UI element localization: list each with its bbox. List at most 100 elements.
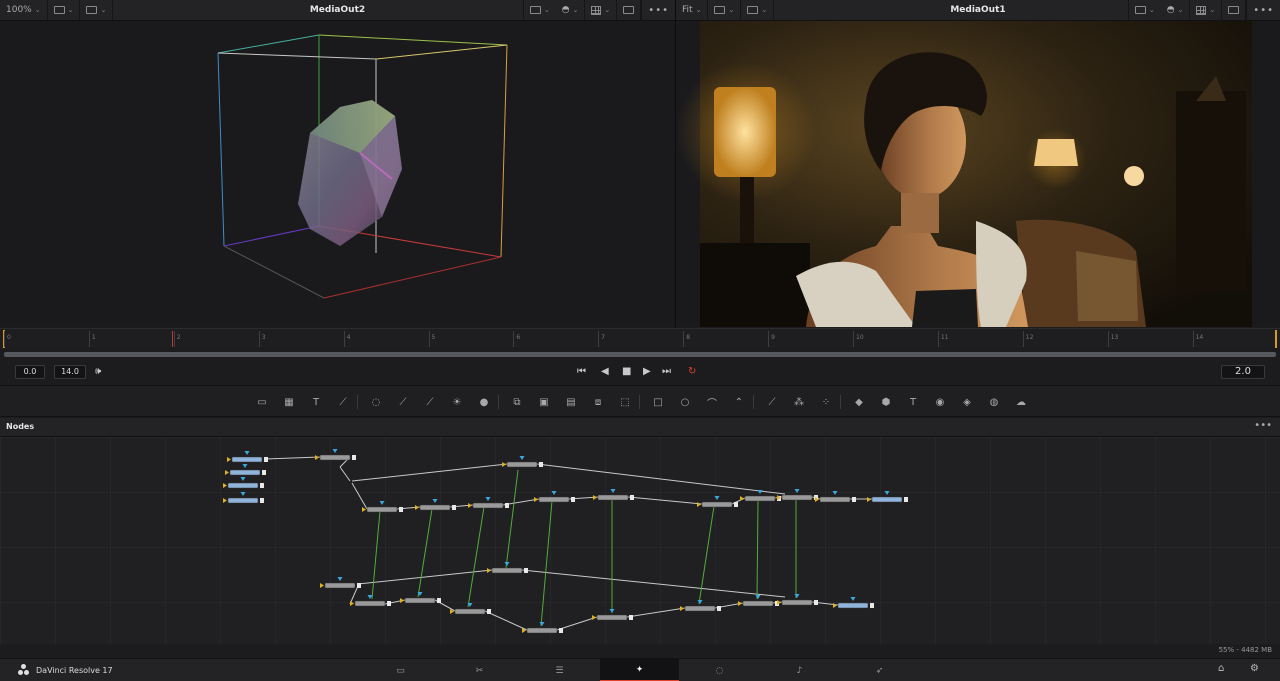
audio-icon[interactable]: 🕪 [95, 365, 101, 379]
page-media[interactable]: ▭ [361, 659, 440, 681]
node-output-port[interactable] [264, 457, 268, 462]
node-mask-port[interactable] [485, 497, 491, 501]
light3d-tool-icon[interactable]: ☁ [1014, 395, 1028, 409]
viewer-left[interactable] [0, 21, 675, 327]
tool-node[interactable] [506, 461, 538, 468]
node-input-port[interactable] [362, 507, 366, 512]
node-input-port[interactable] [740, 496, 744, 501]
node-output-port[interactable] [352, 455, 356, 460]
node-input-port[interactable] [487, 568, 491, 573]
node-output-port[interactable] [437, 598, 441, 603]
go-to-end-button[interactable]: ⏭ [662, 365, 671, 379]
ellipse-mask-icon[interactable]: ○ [678, 395, 692, 409]
node-mask-port[interactable] [242, 464, 248, 468]
tool-node[interactable] [491, 567, 523, 574]
grid-dropdown-right[interactable]: ⌄ [1190, 0, 1223, 21]
fullscreen-button[interactable] [617, 0, 642, 21]
stop-button[interactable]: ■ [622, 365, 631, 379]
node-input-port[interactable] [468, 503, 472, 508]
node-mask-port[interactable] [504, 562, 510, 566]
saver-tool-icon[interactable]: ▤ [564, 395, 578, 409]
node-output-port[interactable] [559, 628, 563, 633]
nodes-options-icon[interactable]: ••• [1254, 420, 1272, 431]
node-mask-port[interactable] [551, 491, 557, 495]
global-start-field[interactable]: 0.0 [15, 365, 45, 379]
lut-dropdown-right[interactable]: ◓ ⌄ [1161, 0, 1191, 21]
node-input-port[interactable] [593, 495, 597, 500]
tool-node[interactable] [701, 501, 733, 508]
roi-dropdown[interactable]: ⌄ [522, 0, 556, 21]
render-end-marker[interactable] [1275, 330, 1277, 348]
home-icon[interactable]: ⌂ [1218, 663, 1224, 674]
background-tool-icon[interactable]: ▭ [255, 395, 269, 409]
particle-tool-icon[interactable]: ⁘ [819, 395, 833, 409]
grid-dropdown[interactable]: ⌄ [585, 0, 618, 21]
node-output-port[interactable] [357, 583, 361, 588]
paint-tool-icon[interactable]: ▦ [282, 395, 296, 409]
node-input-port[interactable] [225, 470, 229, 475]
particle-render-icon[interactable]: ⁂ [792, 395, 806, 409]
node-input-port[interactable] [833, 603, 837, 608]
node-input-port[interactable] [227, 457, 231, 462]
zoom-dropdown-right[interactable]: Fit ⌄ [676, 0, 709, 21]
node-input-port[interactable] [592, 615, 596, 620]
node-output-port[interactable] [717, 606, 721, 611]
tool-node[interactable] [227, 482, 259, 489]
node-mask-port[interactable] [539, 622, 545, 626]
node-output-port[interactable] [852, 497, 856, 502]
node-input-port[interactable] [680, 606, 684, 611]
node-input-port[interactable] [223, 498, 227, 503]
tool-node[interactable] [472, 502, 504, 509]
drop-tool-icon[interactable]: ● [477, 395, 491, 409]
node-input-port[interactable] [738, 601, 742, 606]
view-dropdown-right[interactable]: ⌄ [741, 0, 775, 21]
node-editor[interactable] [0, 437, 1280, 644]
node-mask-port[interactable] [697, 600, 703, 604]
tool-node[interactable] [744, 495, 776, 502]
rectangle-mask-icon[interactable]: □ [651, 395, 665, 409]
node-input-port[interactable] [350, 601, 354, 606]
loader-tool-icon[interactable]: ▣ [537, 395, 551, 409]
tool-node[interactable] [742, 600, 774, 607]
brightness-tool-icon[interactable]: ☀ [450, 395, 464, 409]
global-end-field[interactable]: 14.0 [54, 365, 86, 379]
node-input-port[interactable] [502, 462, 506, 467]
node-input-port[interactable] [320, 583, 324, 588]
fullscreen-button-right[interactable] [1222, 0, 1247, 21]
tool-node[interactable] [781, 494, 813, 501]
node-mask-port[interactable] [519, 456, 525, 460]
layout-dropdown-right[interactable]: ⌄ [708, 0, 742, 21]
resize-tool-icon[interactable]: ⬚ [618, 395, 632, 409]
tool-node[interactable] [231, 456, 263, 463]
node-mask-port[interactable] [379, 501, 385, 505]
node-output-port[interactable] [524, 568, 528, 573]
layout-dropdown[interactable]: ⌄ [48, 0, 81, 21]
view-dropdown[interactable]: ⌄ [80, 0, 114, 21]
node-input-port[interactable] [400, 598, 404, 603]
text3d-tool-icon[interactable]: T [906, 395, 920, 409]
time-scrubber[interactable] [4, 352, 1276, 357]
node-mask-port[interactable] [794, 594, 800, 598]
curves-tool-icon[interactable]: ⟋ [423, 395, 437, 409]
tool-node[interactable] [454, 608, 486, 615]
tool-node[interactable] [319, 454, 351, 461]
camera3d-tool-icon[interactable]: ◉ [933, 395, 947, 409]
node-output-port[interactable] [734, 502, 738, 507]
page-cut[interactable]: ✂ [440, 659, 519, 681]
merge3d-tool-icon[interactable]: ⬢ [879, 395, 893, 409]
node-output-port[interactable] [870, 603, 874, 608]
tool-node[interactable] [526, 627, 558, 634]
node-input-port[interactable] [415, 505, 419, 510]
node-output-port[interactable] [505, 503, 509, 508]
go-to-start-button[interactable]: ⏮ [577, 365, 586, 379]
roi-dropdown-right[interactable]: ⌄ [1127, 0, 1161, 21]
tool-node[interactable] [819, 496, 851, 503]
node-mask-port[interactable] [432, 499, 438, 503]
node-output-port[interactable] [260, 483, 264, 488]
node-mask-port[interactable] [240, 477, 246, 481]
node-output-port[interactable] [399, 507, 403, 512]
viewer-right-options[interactable]: ••• [1246, 0, 1280, 21]
node-output-port[interactable] [452, 505, 456, 510]
tool-node[interactable] [596, 614, 628, 621]
tool-node[interactable] [597, 494, 629, 501]
